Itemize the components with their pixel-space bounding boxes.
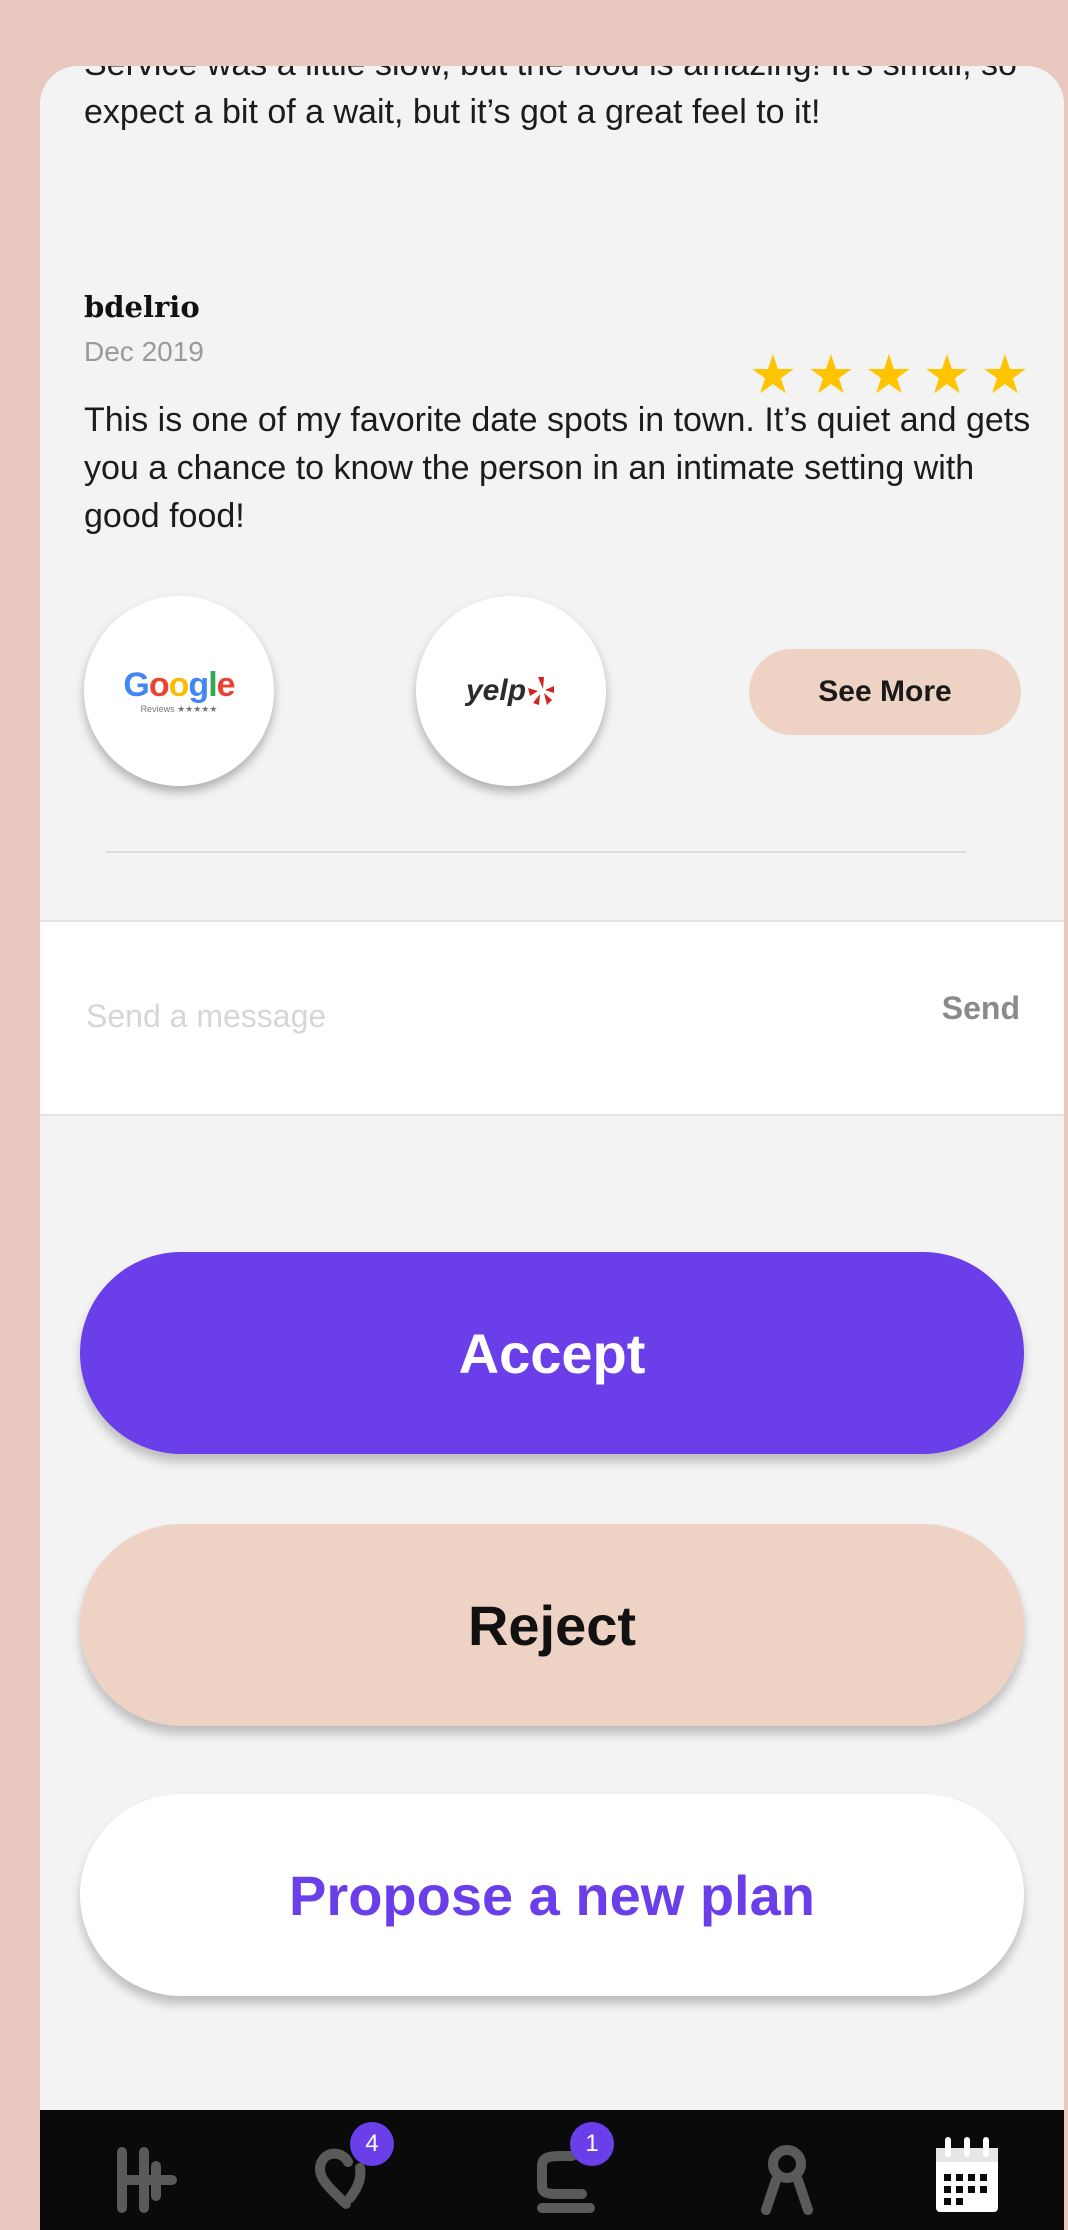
message-bar: Send (40, 920, 1064, 1116)
star-icon: ★ (980, 345, 1030, 405)
messages-badge: 1 (570, 2122, 614, 2166)
nav-matches[interactable]: 4 (302, 2122, 394, 2218)
star-icon: ★ (864, 345, 914, 405)
nav-profile[interactable] (742, 2128, 832, 2218)
star-icon: ★ (748, 345, 798, 405)
matches-badge: 4 (350, 2122, 394, 2166)
home-logo-icon (117, 2147, 177, 2213)
reviewer-name: bdelrio (84, 290, 200, 324)
propose-plan-button[interactable]: Propose a new plan (80, 1794, 1024, 1996)
yelp-wordmark: yelp (465, 674, 527, 707)
yelp-logo: yelp (466, 674, 556, 708)
review-text: This is one of my favorite date spots in… (84, 401, 1031, 535)
review-date: Dec 2019 (84, 336, 204, 367)
divider (106, 851, 966, 853)
nav-messages[interactable]: 1 (522, 2122, 614, 2218)
see-more-button[interactable]: See More (749, 649, 1021, 735)
google-wordmark: Google (123, 665, 235, 704)
review-text-previous: Service was a little slow, but the food … (84, 66, 1017, 131)
app-screen: Service was a little slow, but the food … (40, 66, 1064, 2230)
google-reviews-subtitle: Reviews ★★★★★ (140, 703, 218, 714)
star-icon: ★ (806, 345, 856, 405)
accept-button[interactable]: Accept (80, 1252, 1024, 1454)
star-rating: ★ ★ ★ ★ ★ (748, 345, 1030, 405)
reject-button[interactable]: Reject (80, 1524, 1024, 1726)
nav-home[interactable] (102, 2128, 192, 2218)
yelp-burst-icon (528, 677, 555, 705)
calendar-icon (936, 2137, 998, 2212)
bottom-nav: 4 1 (40, 2110, 1064, 2230)
star-icon: ★ (922, 345, 972, 405)
google-reviews-logo: Google Reviews ★★★★★ (123, 665, 235, 715)
nav-calendar[interactable] (922, 2128, 1012, 2218)
message-input[interactable] (84, 990, 788, 1042)
send-button[interactable]: Send (942, 990, 1020, 1027)
profile-icon (761, 2145, 813, 2215)
google-reviews-button[interactable]: Google Reviews ★★★★★ (84, 596, 274, 786)
yelp-button[interactable]: yelp (416, 596, 606, 786)
